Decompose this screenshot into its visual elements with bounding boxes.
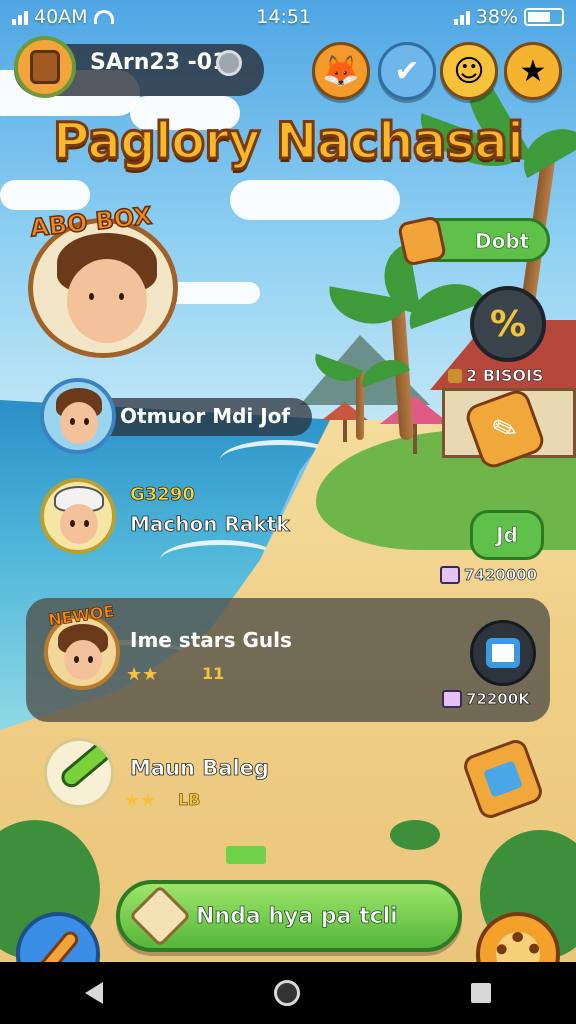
square-ring-button[interactable] — [470, 620, 536, 686]
coin-count: 72200K — [442, 690, 530, 708]
map-icon — [483, 760, 523, 798]
cloud — [230, 180, 400, 220]
umbrella-pole — [343, 420, 347, 442]
recent-apps-icon[interactable] — [470, 983, 491, 1003]
profile-bag-icon[interactable] — [14, 36, 76, 98]
indicator-dash — [226, 846, 266, 864]
status-bar: 40AM 14:51 38% — [0, 0, 576, 34]
player-name: Ime stars Guls — [130, 628, 292, 652]
player-row[interactable]: G3290 Machon Raktk — [40, 478, 340, 560]
chest-icon — [440, 566, 460, 584]
chest-icon — [442, 690, 462, 708]
pen-avatar — [44, 738, 114, 808]
dobt-label: Dobt — [475, 229, 530, 254]
back-icon[interactable] — [85, 982, 104, 1004]
player-name: Machon Raktk — [130, 512, 290, 537]
percent-button[interactable]: % — [470, 286, 546, 362]
coin-count-value: 7420000 — [464, 566, 538, 585]
star-rating: ★★ — [126, 664, 159, 685]
ticket-icon — [448, 369, 462, 383]
status-time: 14:51 — [256, 6, 312, 28]
rating-note: 2 BISOIS — [448, 366, 544, 386]
navigation-bar — [0, 962, 576, 1024]
star-rating: ★★ — [124, 790, 157, 811]
pen-icon — [57, 741, 111, 792]
hero-avatar[interactable]: ABO BOX — [28, 201, 180, 358]
signal-icon — [453, 9, 470, 25]
main-action-label: Nnda hya pa tcli — [196, 904, 399, 930]
cloud — [0, 180, 90, 210]
player-code: G3290 — [130, 484, 196, 506]
top-hud: SArn23 -01 🦊 ✔ ☺ ★ — [14, 36, 564, 106]
coin-count: 7420000 — [440, 566, 537, 584]
status-left-text: 40AM — [34, 6, 88, 28]
home-icon[interactable] — [273, 980, 300, 1006]
status-right: 38% — [453, 6, 564, 28]
star-icon[interactable]: ★ — [504, 42, 562, 100]
battery-percent: 38% — [475, 6, 518, 28]
check-icon[interactable]: ✔ — [378, 42, 436, 100]
player-name: Maun Baleg — [130, 756, 270, 781]
main-action-button[interactable]: Nnda hya pa tcli — [116, 880, 462, 952]
profile-settings-icon[interactable] — [216, 50, 242, 76]
fox-icon[interactable]: 🦊 — [312, 42, 370, 100]
player-level: 11 — [202, 664, 225, 683]
player-row[interactable]: Otmuor Mdi Jof — [40, 378, 312, 456]
battery-icon — [523, 8, 564, 26]
face-icon[interactable]: ☺ — [440, 42, 498, 100]
bush — [390, 820, 440, 850]
shell-icon — [128, 884, 192, 948]
player-avatar — [40, 378, 116, 454]
game-title: Paglory Nachasai — [51, 111, 525, 172]
jd-button[interactable]: Jd — [470, 510, 544, 560]
rating-note-text: 2 BISOIS — [466, 366, 544, 386]
tag-icon — [396, 215, 448, 267]
dobt-button[interactable]: Dobt — [396, 215, 550, 267]
signal-icon — [12, 9, 28, 25]
player-row[interactable]: Maun Baleg ★★ LB — [44, 738, 344, 818]
square-icon — [486, 638, 520, 668]
player-name: Otmuor Mdi Jof — [120, 404, 291, 428]
umbrella-pole — [413, 424, 417, 454]
wifi-icon — [93, 10, 114, 24]
wrench-icon: ✎ — [487, 408, 523, 450]
profile-code: SArn23 -01 — [90, 50, 228, 75]
player-level: LB — [178, 790, 201, 810]
player-avatar — [40, 478, 116, 554]
status-left: 40AM — [12, 6, 114, 28]
coin-count-value: 72200K — [466, 690, 531, 709]
